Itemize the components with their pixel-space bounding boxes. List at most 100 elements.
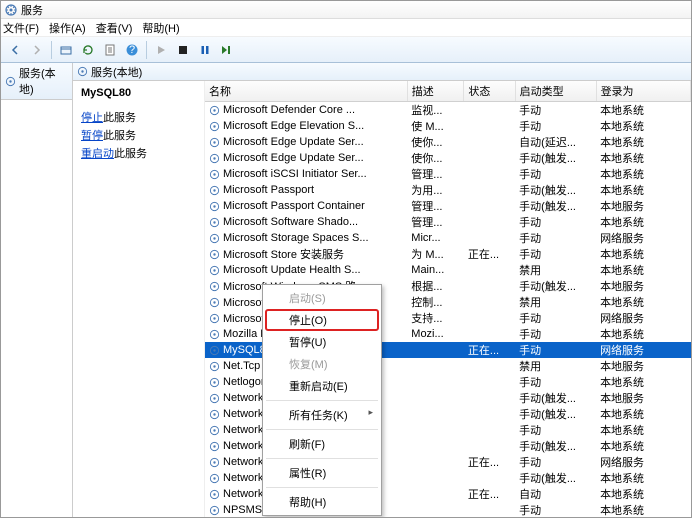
service-logon: 网络服务	[596, 454, 690, 470]
table-row[interactable]: Microsoft Store 安装服务为 M...正在...手动本地系统	[205, 246, 691, 262]
menu-item: 恢复(M)	[265, 353, 379, 375]
gear-icon	[209, 409, 220, 420]
menubar: 文件(F) 操作(A) 查看(V) 帮助(H)	[1, 19, 691, 37]
service-startup: 禁用	[515, 294, 596, 310]
col-name[interactable]: 名称	[205, 81, 407, 102]
service-name: Microsoft Storage Spaces S...	[223, 232, 369, 244]
service-status	[464, 502, 515, 517]
service-name: Microsoft Store 安装服务	[223, 246, 344, 262]
restart-service-button[interactable]	[217, 40, 237, 60]
service-status	[464, 310, 515, 326]
svg-text:?: ?	[129, 44, 135, 56]
menu-separator	[266, 400, 378, 401]
tree-header[interactable]: 服务(本地)	[1, 63, 72, 100]
stop-service-button[interactable]	[173, 40, 193, 60]
restart-link[interactable]: 重启动	[81, 148, 114, 160]
gear-icon	[209, 457, 220, 468]
service-desc: 为用...	[407, 182, 464, 198]
table-row[interactable]: Microsoft iSCSI Initiator Ser...管理...手动本…	[205, 166, 691, 182]
service-logon: 本地系统	[596, 438, 690, 454]
table-row[interactable]: Microsoft Passport Container管理...手动(触发..…	[205, 198, 691, 214]
service-desc	[407, 486, 464, 502]
gear-icon	[209, 249, 220, 260]
service-startup: 手动	[515, 454, 596, 470]
col-desc[interactable]: 描述	[407, 81, 464, 102]
service-desc	[407, 342, 464, 358]
menu-item[interactable]: 属性(R)	[265, 462, 379, 484]
stop-link[interactable]: 停止	[81, 112, 103, 124]
service-desc: 管理...	[407, 214, 464, 230]
stop-suffix: 此服务	[103, 112, 136, 124]
service-startup: 手动	[515, 326, 596, 342]
help-button[interactable]: ?	[122, 40, 142, 60]
table-row[interactable]: Microsoft Passport为用...手动(触发...本地系统	[205, 182, 691, 198]
table-row[interactable]: Microsoft Update Health S...Main...禁用本地系…	[205, 262, 691, 278]
service-name: Microsoft iSCSI Initiator Ser...	[223, 168, 367, 180]
service-startup: 自动	[515, 486, 596, 502]
service-name: Microsoft Update Health S...	[223, 264, 361, 276]
col-startup[interactable]: 启动类型	[515, 81, 596, 102]
table-row[interactable]: Microsoft Edge Elevation S...使 M...手动本地系…	[205, 118, 691, 134]
service-logon: 本地服务	[596, 278, 690, 294]
table-row[interactable]: Microsoft Edge Update Ser...使你...手动(触发..…	[205, 150, 691, 166]
table-row[interactable]: Microsoft Storage Spaces S...Micr...手动网络…	[205, 230, 691, 246]
menu-item[interactable]: 暂停(U)	[265, 331, 379, 353]
service-list[interactable]: 名称 描述 状态 启动类型 登录为 Microsoft Defender Cor…	[205, 81, 691, 517]
pause-service-button[interactable]	[195, 40, 215, 60]
menu-item[interactable]: 重新启动(E)	[265, 375, 379, 397]
service-status	[464, 134, 515, 150]
service-status	[464, 166, 515, 182]
service-logon: 本地系统	[596, 406, 690, 422]
export-button[interactable]	[56, 40, 76, 60]
service-startup: 手动(触发...	[515, 406, 596, 422]
service-desc: 控制...	[407, 294, 464, 310]
start-service-button[interactable]	[151, 40, 171, 60]
table-row[interactable]: Microsoft Edge Update Ser...使你...自动(延迟..…	[205, 134, 691, 150]
service-startup: 手动	[515, 230, 596, 246]
back-button[interactable]	[5, 40, 25, 60]
gear-icon	[209, 473, 220, 484]
selected-service-name: MySQL80	[81, 87, 196, 99]
forward-button[interactable]	[27, 40, 47, 60]
menu-file[interactable]: 文件(F)	[3, 20, 39, 36]
menu-view[interactable]: 查看(V)	[96, 20, 133, 36]
gear-icon	[209, 329, 220, 340]
service-logon: 本地系统	[596, 214, 690, 230]
table-row[interactable]: Microsoft Software Shado...管理...手动本地系统	[205, 214, 691, 230]
menu-help[interactable]: 帮助(H)	[142, 20, 179, 36]
pause-suffix: 此服务	[103, 130, 136, 142]
menu-item: 启动(S)	[265, 287, 379, 309]
service-status: 正在...	[464, 486, 515, 502]
service-status	[464, 326, 515, 342]
service-desc: 根据...	[407, 278, 464, 294]
service-startup: 手动	[515, 342, 596, 358]
menu-item[interactable]: 停止(O)	[265, 309, 379, 331]
table-row[interactable]: Microsoft Defender Core ...监视...手动本地系统	[205, 102, 691, 119]
service-startup: 手动	[515, 214, 596, 230]
service-status	[464, 406, 515, 422]
service-status	[464, 438, 515, 454]
properties-button[interactable]	[100, 40, 120, 60]
gear-icon	[209, 425, 220, 436]
refresh-button[interactable]	[78, 40, 98, 60]
col-logon[interactable]: 登录为	[596, 81, 690, 102]
service-logon: 本地系统	[596, 150, 690, 166]
service-desc	[407, 502, 464, 517]
menu-item[interactable]: 刷新(F)	[265, 433, 379, 455]
menu-item[interactable]: 所有任务(K)	[265, 404, 379, 426]
menu-action[interactable]: 操作(A)	[49, 20, 86, 36]
service-startup: 手动(触发...	[515, 438, 596, 454]
pause-link[interactable]: 暂停	[81, 130, 103, 142]
window-title: 服务	[21, 2, 43, 18]
titlebar: 服务	[1, 1, 691, 19]
service-startup: 手动(触发...	[515, 182, 596, 198]
service-status	[464, 262, 515, 278]
service-logon: 网络服务	[596, 230, 690, 246]
service-status	[464, 374, 515, 390]
service-logon: 本地系统	[596, 486, 690, 502]
toolbar-separator	[146, 41, 147, 59]
menu-item[interactable]: 帮助(H)	[265, 491, 379, 513]
gear-icon	[209, 393, 220, 404]
restart-suffix: 此服务	[114, 148, 147, 160]
col-status[interactable]: 状态	[464, 81, 515, 102]
